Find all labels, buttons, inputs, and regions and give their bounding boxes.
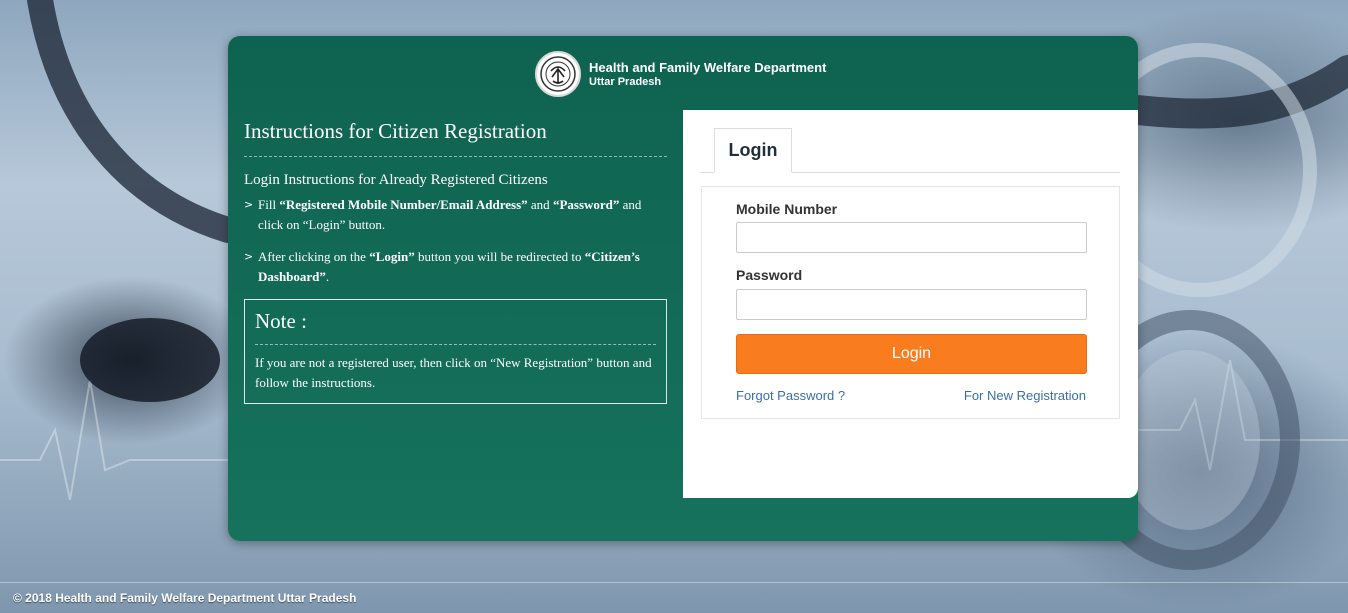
department-subtitle: Uttar Pradesh: [589, 75, 662, 88]
chevron-right-icon: >: [244, 250, 254, 263]
login-button[interactable]: Login: [736, 334, 1087, 374]
note-text: If you are not a registered user, then c…: [255, 355, 652, 390]
department-title: Health and Family Welfare Department: [589, 59, 827, 75]
instructions-section: Instructions for Citizen Registration Lo…: [244, 118, 667, 404]
chevron-right-icon: >: [244, 198, 254, 211]
instruction-item: > Fill “Registered Mobile Number/Email Ad…: [244, 197, 642, 232]
footer-copyright: © 2018 Health and Family Welfare Departm…: [13, 591, 357, 605]
note-box: Note : If you are not a registered user,…: [244, 299, 667, 404]
login-panel: Health and Family Welfare Department Utt…: [228, 36, 1138, 541]
password-label: Password: [736, 267, 803, 283]
instruction-item: > After clicking on the “Login” button yo…: [244, 249, 640, 284]
mobile-number-label: Mobile Number: [736, 201, 838, 217]
login-tabs: Login: [700, 128, 1120, 173]
password-input[interactable]: [736, 289, 1087, 320]
mobile-number-input[interactable]: [736, 222, 1087, 253]
up-government-emblem-icon: [535, 51, 581, 97]
instructions-title: Instructions for Citizen Registration: [244, 118, 667, 157]
instructions-subheading: Login Instructions for Already Registere…: [244, 172, 548, 188]
forgot-password-link[interactable]: Forgot Password ?: [736, 388, 845, 403]
department-brand: Health and Family Welfare Department Utt…: [535, 50, 826, 98]
login-card: Login Mobile Number Password Login Forgo…: [683, 110, 1138, 498]
instructions-list: > Fill “Registered Mobile Number/Email Ad…: [244, 195, 667, 287]
note-title: Note :: [255, 308, 656, 345]
login-form: Mobile Number Password Login Forgot Pass…: [701, 186, 1120, 419]
footer-divider: [0, 582, 1348, 583]
new-registration-link[interactable]: For New Registration: [964, 388, 1086, 403]
tab-login[interactable]: Login: [714, 128, 792, 173]
